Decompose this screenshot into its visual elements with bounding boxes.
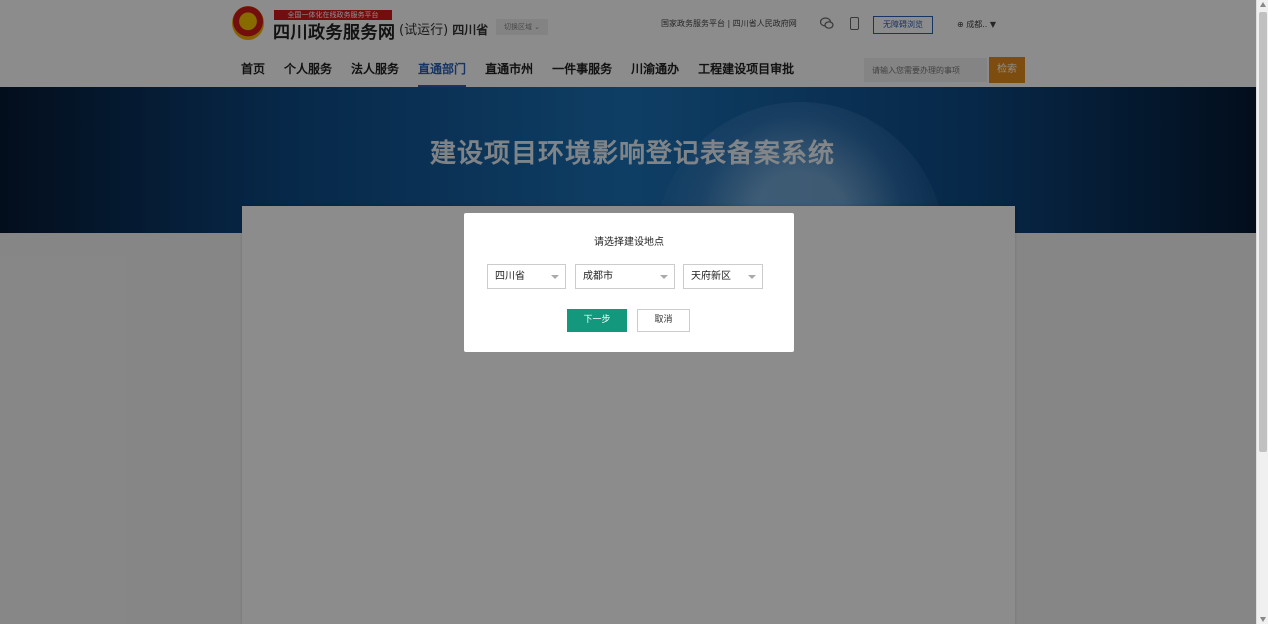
- location-dialog: 请选择建设地点 四川省 成都市 天府新区 下一步 取消: [464, 213, 794, 352]
- scroll-down-icon[interactable]: [1260, 617, 1266, 622]
- city-select-value: 成都市: [583, 271, 613, 282]
- next-button[interactable]: 下一步: [567, 309, 627, 332]
- province-select-value: 四川省: [495, 271, 525, 282]
- chevron-down-icon: [551, 275, 559, 279]
- city-select[interactable]: 成都市: [575, 264, 675, 289]
- chevron-down-icon: [660, 275, 668, 279]
- province-select[interactable]: 四川省: [487, 264, 566, 289]
- scroll-thumb[interactable]: [1259, 12, 1267, 452]
- scroll-up-icon[interactable]: [1260, 2, 1266, 7]
- district-select[interactable]: 天府新区: [683, 264, 763, 289]
- scrollbar[interactable]: [1256, 0, 1268, 624]
- dialog-title: 请选择建设地点: [594, 237, 664, 248]
- district-select-value: 天府新区: [691, 271, 731, 282]
- cancel-button[interactable]: 取消: [637, 309, 690, 332]
- chevron-down-icon: [748, 275, 756, 279]
